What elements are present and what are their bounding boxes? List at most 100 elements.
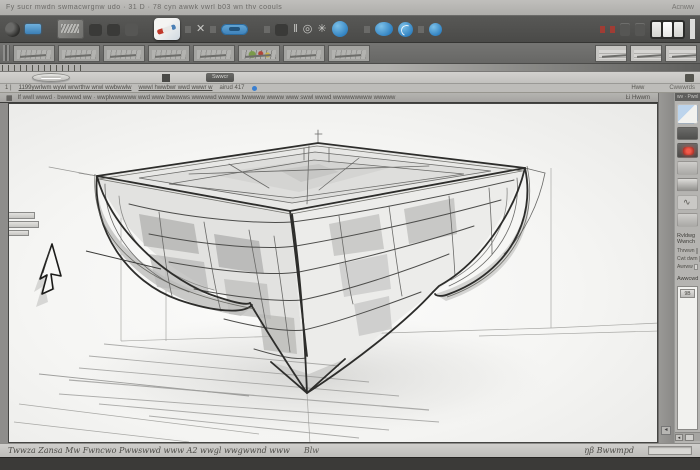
style-thumbnail-1[interactable] — [13, 44, 55, 62]
swirl-blue-icon[interactable] — [331, 21, 348, 37]
style-thumbnail-6[interactable] — [283, 44, 325, 62]
field-label: Thrwwn — [677, 247, 695, 254]
pan-icon[interactable] — [428, 22, 442, 36]
small-gray-button-b[interactable] — [635, 22, 645, 36]
cad-application-window: Fy sucr mwdn swmacwrgnw udo · 31 D · 78 … — [0, 0, 700, 470]
small-square-icon — [162, 73, 170, 82]
style-preview-button[interactable] — [677, 104, 698, 124]
red-flag-icon-b[interactable] — [610, 25, 615, 33]
panel-field-row: Awrww — [677, 263, 698, 270]
style-thumbnail-bar — [0, 43, 700, 64]
dark-square-icon-a[interactable] — [275, 22, 289, 36]
gradient-button[interactable] — [677, 178, 698, 192]
tool-icon-a[interactable] — [89, 22, 102, 36]
scroll-thumb[interactable] — [685, 433, 694, 441]
status-dot-icon — [251, 85, 257, 91]
measurements-box[interactable] — [648, 446, 692, 455]
sketch-drawing — [13, 129, 657, 442]
pause-icon[interactable]: ‖ — [293, 23, 298, 35]
view-toggle-group — [650, 19, 685, 39]
viewport-title-bar: ▦ If wwll wwwd · bwwwwd ww · wwplwwwwww … — [0, 93, 700, 103]
panel-button-1[interactable] — [677, 161, 698, 175]
field-label: Awrww — [677, 263, 693, 270]
right-side-panel: wv · Pwnl Rvldwg Wwnch Thrwwn Cwt dwm Aw… — [674, 93, 700, 443]
main-toolbar: ✕ ‖ ◎ ✳ — [0, 15, 700, 43]
star-icon[interactable]: ✳ — [317, 23, 326, 35]
small-gray-button-a[interactable] — [620, 22, 630, 36]
scroll-left-arrow[interactable]: ◂ — [675, 433, 683, 441]
measure-cross-icon[interactable]: ✕ — [196, 23, 205, 35]
tool-icon-c[interactable] — [125, 22, 138, 36]
scene-thumbnail-3[interactable] — [665, 44, 697, 62]
status-left-text: Twwza Zansa Mw Fwncwo Pwwswwd www A2 wwg… — [8, 446, 290, 455]
quick-access-bar: Swwcr — [0, 72, 700, 84]
options-right-1[interactable]: Hww — [631, 85, 644, 91]
style-thumbnail-7[interactable] — [328, 44, 370, 62]
style-thumbnail-colored[interactable] — [238, 44, 280, 62]
tick-mark-icon-b[interactable] — [210, 25, 217, 33]
panel-field-row: Thrwwn — [677, 247, 698, 254]
pencil-logo-icon[interactable] — [154, 18, 180, 40]
oval-knob-button[interactable] — [32, 73, 70, 82]
tick-mark-icon-d[interactable] — [363, 25, 370, 33]
style-thumbnail-5[interactable] — [193, 44, 235, 62]
advanced-label[interactable]: Awwcwd — [677, 276, 698, 282]
bar-end-nub — [685, 73, 694, 82]
field-input[interactable] — [695, 247, 698, 254]
dark-tool-button[interactable] — [677, 127, 698, 140]
red-flag-icon-a[interactable] — [600, 25, 605, 33]
panel-list-box[interactable]: 9B — [677, 285, 698, 430]
tick-mark-icon-e[interactable] — [417, 25, 424, 33]
view-toggle-center[interactable] — [663, 21, 672, 37]
panel-button-2[interactable] — [677, 213, 698, 227]
options-link-1[interactable]: 1199ywrlwm wywl wrwrthw wrwl wwbwwlw — [19, 85, 132, 91]
sketched-cursor-icon — [34, 243, 62, 307]
status-mid-text: Blw — [303, 446, 320, 455]
panel-collapse-button[interactable]: ◂ — [661, 426, 671, 435]
style-thumbnail-3[interactable] — [103, 44, 145, 62]
ruler-strip — [0, 64, 700, 72]
window-icon: ▦ — [6, 94, 13, 102]
panel-horizontal-scrollbar[interactable]: ◂ — [675, 432, 700, 441]
curve-editor-button[interactable] — [677, 195, 698, 210]
orbit-icon[interactable] — [397, 21, 413, 37]
scene-thumbnail-2[interactable] — [630, 44, 662, 62]
menu-right-text[interactable]: Acnww — [672, 4, 694, 11]
toolbar-end-handle[interactable] — [690, 19, 695, 39]
options-right-2[interactable]: Cwwwrds — [669, 85, 695, 91]
tool-icon-b[interactable] — [107, 22, 120, 36]
field-input[interactable] — [693, 263, 698, 270]
view-toggle-left[interactable] — [652, 21, 661, 37]
quick-action-button[interactable]: Swwcr — [206, 73, 235, 82]
sketch-style-icon[interactable] — [57, 19, 84, 39]
panel-header: wv · Pwnl — [675, 93, 700, 101]
drawing-canvas[interactable] — [8, 103, 658, 443]
selection-rect-icon[interactable] — [25, 24, 41, 34]
mini-tool-palette[interactable] — [9, 212, 43, 238]
style-thumbnail-4[interactable] — [148, 44, 190, 62]
panel-gutter: ◂ — [658, 93, 674, 443]
zoom-value: airud 417 — [219, 85, 245, 91]
status-right-text: ŋβ Bwwmpd — [584, 446, 634, 455]
ring-icon[interactable]: ◎ — [303, 23, 313, 35]
dimension-pill-button[interactable] — [221, 23, 249, 35]
view-toggle-right[interactable] — [674, 21, 683, 37]
shaded-sphere-icon[interactable] — [5, 21, 20, 37]
bottom-dock-bar — [0, 457, 700, 470]
scene-thumbnail-1[interactable] — [595, 44, 627, 62]
menu-items-text[interactable]: Fy sucr mwdn swmacwrgnw udo · 31 D · 78 … — [6, 4, 282, 11]
options-bar: 1 | 1199ywrlwm wywl wrwrthw wrwl wwbwwlw… — [0, 84, 700, 93]
drag-grip-icon[interactable] — [3, 45, 10, 61]
record-button[interactable] — [677, 143, 698, 158]
status-bar: Twwza Zansa Mw Fwncwo Pwwswwd www A2 wwg… — [0, 443, 700, 457]
tick-mark-icon-a[interactable] — [185, 25, 191, 33]
options-link-2[interactable]: wwwl hwwbwr wwd wwwr w — [138, 85, 212, 91]
tick-mark-icon-c[interactable] — [264, 25, 271, 33]
list-item-button[interactable]: 9B — [680, 288, 695, 298]
section-label: Rvldwg Wwnch — [677, 233, 696, 246]
field-label: Cwt dwm — [677, 255, 698, 262]
paint-blob-icon[interactable] — [374, 22, 393, 36]
viewport-title-text: If wwll wwwd · bwwwwd ww · wwplwwwwww ww… — [17, 94, 396, 101]
style-thumbnail-2[interactable] — [58, 44, 100, 62]
menu-bar: Fy sucr mwdn swmacwrgnw udo · 31 D · 78 … — [0, 0, 700, 15]
